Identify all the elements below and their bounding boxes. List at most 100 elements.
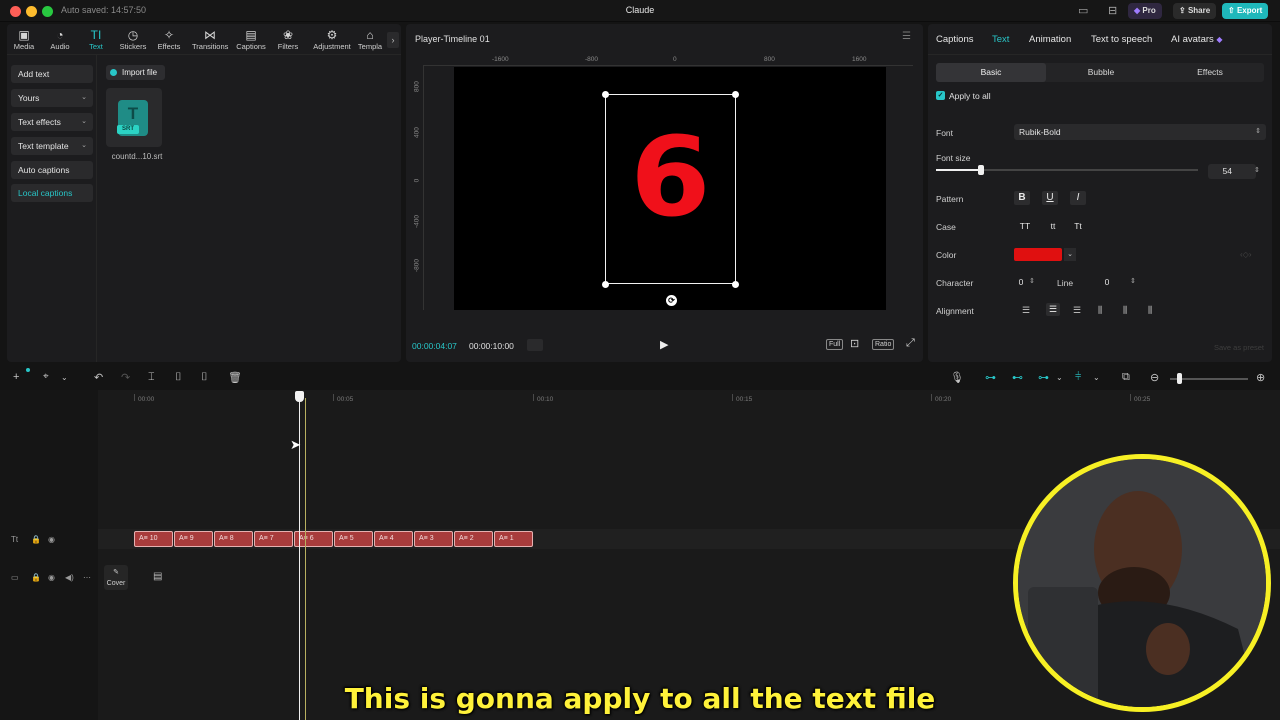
sidebar-item-text-effects[interactable]: Text effects ⌄ [11, 113, 93, 131]
tool-transitions[interactable]: ⋈ Transitions [192, 28, 228, 51]
eye-icon[interactable]: ◉ [48, 573, 55, 582]
stepper-icon[interactable]: ⇕ [1130, 277, 1136, 285]
caption-clip[interactable]: A≡ 9 [174, 531, 213, 547]
align-left-icon[interactable]: ☰ [1022, 305, 1030, 316]
caption-clip[interactable]: A≡ 8 [214, 531, 253, 547]
trim-right-icon[interactable]: ⌷ [201, 371, 208, 384]
undo-icon[interactable]: ↶ [94, 371, 103, 384]
keyframe-icon[interactable]: ‹◇› [1240, 250, 1251, 259]
align-right-icon[interactable]: ☰ [1073, 305, 1081, 316]
resize-handle[interactable] [732, 281, 739, 288]
chevron-down-icon[interactable]: ⌄ [1093, 373, 1100, 382]
case-lower-button[interactable]: tt [1043, 219, 1063, 233]
microphone-icon[interactable]: 🎙 [950, 371, 964, 384]
tool-adjustment[interactable]: ⚙ Adjustment [312, 28, 352, 51]
tool-templates[interactable]: ⌂ Templa [355, 28, 385, 51]
caption-clip[interactable]: A≡ 10 [134, 531, 173, 547]
italic-button[interactable]: I [1070, 191, 1086, 205]
chevron-down-icon[interactable]: ⌄ [1056, 373, 1063, 382]
save-preset-button[interactable]: Save as preset [1214, 343, 1264, 352]
shortcuts-icon[interactable]: ⊟ [1108, 4, 1117, 17]
ratio-button[interactable]: Ratio [872, 339, 895, 350]
delete-icon[interactable]: 🗑 [228, 371, 242, 384]
tool-filters[interactable]: ❀ Filters [270, 28, 306, 51]
align-vertical-center-icon[interactable]: ⫼ [1123, 305, 1127, 316]
color-swatch[interactable] [1014, 248, 1062, 261]
sidebar-item-text-template[interactable]: Text template ⌄ [11, 137, 93, 155]
layout-icon[interactable]: ▭ [1078, 4, 1088, 17]
full-quality-button[interactable]: Full [826, 339, 844, 350]
play-icon[interactable]: ▶ [660, 338, 668, 351]
filmstrip-icon[interactable]: ▤ [153, 571, 162, 582]
align-center-icon[interactable]: ☰ [1046, 303, 1061, 316]
font-select[interactable]: Rubik-Bold ⇕ [1014, 124, 1266, 140]
font-size-input[interactable]: 54 [1208, 164, 1256, 179]
screenshot-icon[interactable]: ⊡ [850, 337, 859, 350]
chevron-down-icon[interactable]: ⌄ [1064, 248, 1076, 261]
resize-handle[interactable] [602, 281, 609, 288]
chevron-down-icon[interactable]: ⌄ [61, 373, 68, 382]
preview-canvas[interactable]: 6 [454, 67, 886, 310]
caption-clip[interactable]: A≡ 5 [334, 531, 373, 547]
snap-icon[interactable]: ⊶ [1038, 371, 1049, 384]
selection-box[interactable] [605, 94, 736, 284]
tool-effects[interactable]: ✧ Effects [151, 28, 187, 51]
tool-captions[interactable]: ▤ Captions [233, 28, 269, 51]
resize-handle[interactable] [602, 91, 609, 98]
menu-icon[interactable]: ☰ [902, 31, 911, 42]
sidebar-item-local-captions[interactable]: Local captions [11, 184, 93, 202]
select-tool-icon[interactable]: ⌖ [43, 371, 49, 382]
align-vertical-bottom-icon[interactable]: ⫼ [1148, 305, 1152, 316]
case-upper-button[interactable]: TT [1014, 219, 1036, 233]
caption-clip[interactable]: A≡ 2 [454, 531, 493, 547]
more-icon[interactable]: ⋯ [83, 573, 91, 582]
stepper-icon[interactable]: ⇕ [1254, 166, 1260, 174]
lock-icon[interactable]: 🔒 [31, 535, 41, 544]
toolbar-scroll-right[interactable]: › [387, 32, 399, 48]
share-button[interactable]: ⇪ Share [1173, 3, 1217, 19]
caption-clip[interactable]: A≡ 3 [414, 531, 453, 547]
stepper-icon[interactable]: ⇕ [1029, 277, 1035, 285]
sidebar-item-auto-captions[interactable]: Auto captions [11, 161, 93, 179]
caption-clip[interactable]: A≡ 1 [494, 531, 533, 547]
zoom-slider-handle[interactable] [1177, 373, 1183, 384]
subtab-effects[interactable]: Effects [1156, 63, 1264, 82]
link-clips-icon[interactable]: ⊶ [985, 371, 996, 384]
tab-ai-avatars[interactable]: AI avatars ◆ [1171, 34, 1223, 45]
tab-animation[interactable]: Animation [1029, 34, 1071, 45]
fullscreen-icon[interactable]: ⤢ [906, 337, 915, 350]
underline-button[interactable]: U [1042, 191, 1058, 205]
align-vertical-top-icon[interactable]: ⫼ [1098, 305, 1102, 316]
bold-button[interactable]: B [1014, 191, 1030, 205]
case-title-button[interactable]: Tt [1068, 219, 1088, 233]
sidebar-item-yours[interactable]: Yours ⌄ [11, 89, 93, 107]
eye-icon[interactable]: ◉ [48, 535, 55, 544]
apply-all-checkbox[interactable]: ✓ [936, 91, 945, 100]
sidebar-item-add-text[interactable]: Add text [11, 65, 93, 83]
redo-icon[interactable]: ↷ [121, 371, 130, 384]
split-icon[interactable]: ⌶ [148, 371, 155, 384]
subtab-bubble[interactable]: Bubble [1046, 63, 1156, 82]
font-size-slider-handle[interactable] [977, 165, 984, 175]
tool-media[interactable]: ▣ Media [6, 28, 42, 51]
tool-audio[interactable]: ◔ Audio [42, 28, 78, 51]
volume-icon[interactable]: ◀) [65, 573, 74, 582]
playhead-handle[interactable] [295, 391, 304, 402]
export-button[interactable]: ⇧ Export [1222, 3, 1269, 19]
captions-toggle-icon[interactable]: ⧉ [1122, 371, 1130, 384]
caption-clip[interactable]: A≡ 7 [254, 531, 293, 547]
tab-text-to-speech[interactable]: Text to speech [1091, 34, 1152, 45]
line-spacing-input[interactable]: 0 [1088, 275, 1126, 289]
tool-text[interactable]: TI Text [78, 28, 114, 51]
preview-axis-icon[interactable]: ⫩ [1075, 371, 1081, 384]
magnet-icon[interactable]: ⊷ [1012, 371, 1023, 384]
zoom-out-icon[interactable]: ⊖ [1150, 371, 1159, 384]
resize-handle[interactable] [732, 91, 739, 98]
cover-button[interactable]: ✎ Cover [104, 565, 128, 590]
zoom-in-icon[interactable]: ⊕ [1256, 371, 1265, 384]
tool-stickers[interactable]: ◷ Stickers [115, 28, 151, 51]
lock-icon[interactable]: 🔒 [31, 573, 41, 582]
subtab-basic[interactable]: Basic [936, 63, 1046, 82]
caption-clip[interactable]: A≡ 4 [374, 531, 413, 547]
pro-button[interactable]: ◆ Pro [1128, 3, 1162, 19]
